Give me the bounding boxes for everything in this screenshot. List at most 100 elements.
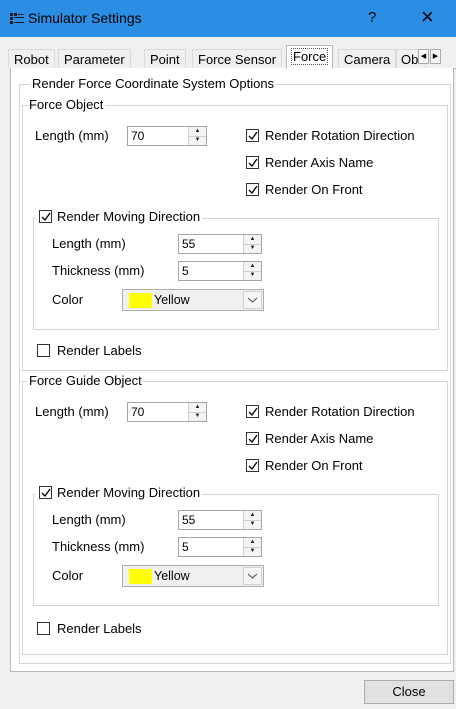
md-thickness-label: Thickness (mm) [52, 539, 145, 554]
tab-scroll-left-icon[interactable]: ◀ [418, 49, 429, 64]
spin-buttons: ▲ ▼ [243, 538, 261, 556]
dropdown-arrow[interactable] [243, 567, 262, 585]
md-thickness-value: 5 [182, 264, 189, 278]
tab-label: Force Sensor [198, 52, 277, 67]
simulator-settings-window: Simulator Settings ? × Robot Parameter P… [0, 0, 456, 709]
chevron-down-icon [247, 573, 258, 579]
render-rotation-direction-checkbox[interactable] [246, 405, 259, 418]
render-on-front-checkbox[interactable] [246, 459, 259, 472]
tab-strip: Robot Parameter Point Force Sensor Force… [8, 45, 456, 69]
spin-down-icon[interactable]: ▼ [244, 547, 261, 556]
dropdown-arrow[interactable] [243, 291, 262, 309]
render-axis-name-label: Render Axis Name [265, 155, 374, 170]
force-guide-object-group: Force Guide Object Length (mm) 70 ▲ ▼ Re… [22, 373, 448, 655]
help-button[interactable]: ? [368, 9, 376, 26]
spin-down-icon[interactable]: ▼ [244, 271, 261, 280]
window-close-button[interactable]: × [421, 4, 434, 30]
tab-scroll-right-icon[interactable]: ▶ [430, 49, 441, 64]
tab-label: Point [150, 52, 180, 67]
render-on-front-checkbox[interactable] [246, 183, 259, 196]
length-label: Length (mm) [35, 404, 109, 419]
render-rotation-direction-checkbox[interactable] [246, 129, 259, 142]
render-labels-checkbox[interactable] [37, 344, 50, 357]
force-object-group: Force Object Length (mm) 70 ▲ ▼ Render R… [22, 97, 448, 371]
chevron-down-icon [247, 297, 258, 303]
tab-label: Parameter [64, 52, 125, 67]
tab-force-sensor[interactable]: Force Sensor [192, 49, 283, 68]
spin-down-icon[interactable]: ▼ [189, 136, 206, 145]
spin-buttons: ▲ ▼ [243, 262, 261, 280]
md-thickness-value: 5 [182, 540, 189, 554]
spin-buttons: ▲ ▼ [188, 127, 206, 145]
md-length-value: 55 [182, 237, 196, 251]
render-labels-label: Render Labels [57, 343, 142, 358]
md-color-value: Yellow [154, 293, 190, 307]
render-rotation-direction-label: Render Rotation Direction [265, 404, 415, 419]
render-on-front-label: Render On Front [265, 458, 363, 473]
force-object-title: Force Object [27, 97, 106, 112]
md-thickness-spinbox[interactable]: 5 ▲ ▼ [178, 537, 262, 557]
force-guide-object-title: Force Guide Object [27, 373, 144, 388]
render-axis-name-checkbox[interactable] [246, 432, 259, 445]
spin-down-icon[interactable]: ▼ [189, 412, 206, 421]
md-color-value: Yellow [154, 569, 190, 583]
tab-parameter[interactable]: Parameter [58, 49, 131, 68]
moving-direction-legend: Render Moving Direction [36, 209, 203, 224]
spin-down-icon[interactable]: ▼ [244, 520, 261, 529]
check-icon [41, 488, 51, 498]
render-axis-name-checkbox[interactable] [246, 156, 259, 169]
check-icon [248, 434, 258, 444]
tab-label: Ob [401, 52, 419, 67]
render-force-coordinate-options-group: Render Force Coordinate System Options F… [19, 76, 451, 664]
render-labels-label: Render Labels [57, 621, 142, 636]
spin-buttons: ▲ ▼ [243, 235, 261, 253]
md-color-combobox[interactable]: Yellow [122, 565, 264, 587]
check-icon [248, 131, 258, 141]
title-bar[interactable]: Simulator Settings ? × [0, 0, 456, 37]
check-icon [248, 185, 258, 195]
length-label: Length (mm) [35, 128, 109, 143]
md-length-spinbox[interactable]: 55 ▲ ▼ [178, 510, 262, 530]
md-thickness-label: Thickness (mm) [52, 263, 145, 278]
md-color-label: Color [52, 292, 84, 307]
color-swatch [129, 293, 152, 308]
color-swatch [129, 569, 152, 584]
render-moving-direction-checkbox[interactable] [39, 486, 52, 499]
length-value: 70 [131, 129, 145, 143]
window-title: Simulator Settings [28, 10, 142, 26]
check-icon [248, 407, 258, 417]
section-title: Render Force Coordinate System Options [30, 76, 277, 91]
tab-robot[interactable]: Robot [8, 49, 55, 68]
render-rotation-direction-label: Render Rotation Direction [265, 128, 415, 143]
length-value: 70 [131, 405, 145, 419]
tab-label: Camera [344, 52, 391, 67]
render-on-front-label: Render On Front [265, 182, 363, 197]
check-icon [248, 461, 258, 471]
spin-down-icon[interactable]: ▼ [244, 244, 261, 253]
moving-direction-group: Render Moving Direction Length (mm) 55 ▲… [33, 485, 439, 606]
close-button[interactable]: Close [364, 680, 454, 704]
moving-direction-group: Render Moving Direction Length (mm) 55 ▲… [33, 209, 439, 330]
render-moving-direction-label: Render Moving Direction [57, 209, 201, 224]
app-settings-icon [10, 13, 24, 24]
check-icon [248, 158, 258, 168]
md-thickness-spinbox[interactable]: 5 ▲ ▼ [178, 261, 262, 281]
render-axis-name-label: Render Axis Name [265, 431, 374, 446]
render-moving-direction-checkbox[interactable] [39, 210, 52, 223]
md-color-combobox[interactable]: Yellow [122, 289, 264, 311]
length-spinbox[interactable]: 70 ▲ ▼ [127, 402, 207, 422]
tab-label: Force [290, 48, 329, 65]
md-length-spinbox[interactable]: 55 ▲ ▼ [178, 234, 262, 254]
spin-buttons: ▲ ▼ [243, 511, 261, 529]
tab-camera[interactable]: Camera [338, 49, 397, 68]
md-color-label: Color [52, 568, 84, 583]
tab-label: Robot [14, 52, 49, 67]
tab-force[interactable]: Force [286, 45, 334, 69]
render-moving-direction-label: Render Moving Direction [57, 485, 201, 500]
md-length-label: Length (mm) [52, 512, 126, 527]
check-icon [41, 212, 51, 222]
force-tab-panel: Render Force Coordinate System Options F… [10, 68, 454, 672]
render-labels-checkbox[interactable] [37, 622, 50, 635]
length-spinbox[interactable]: 70 ▲ ▼ [127, 126, 207, 146]
tab-point[interactable]: Point [144, 49, 186, 68]
